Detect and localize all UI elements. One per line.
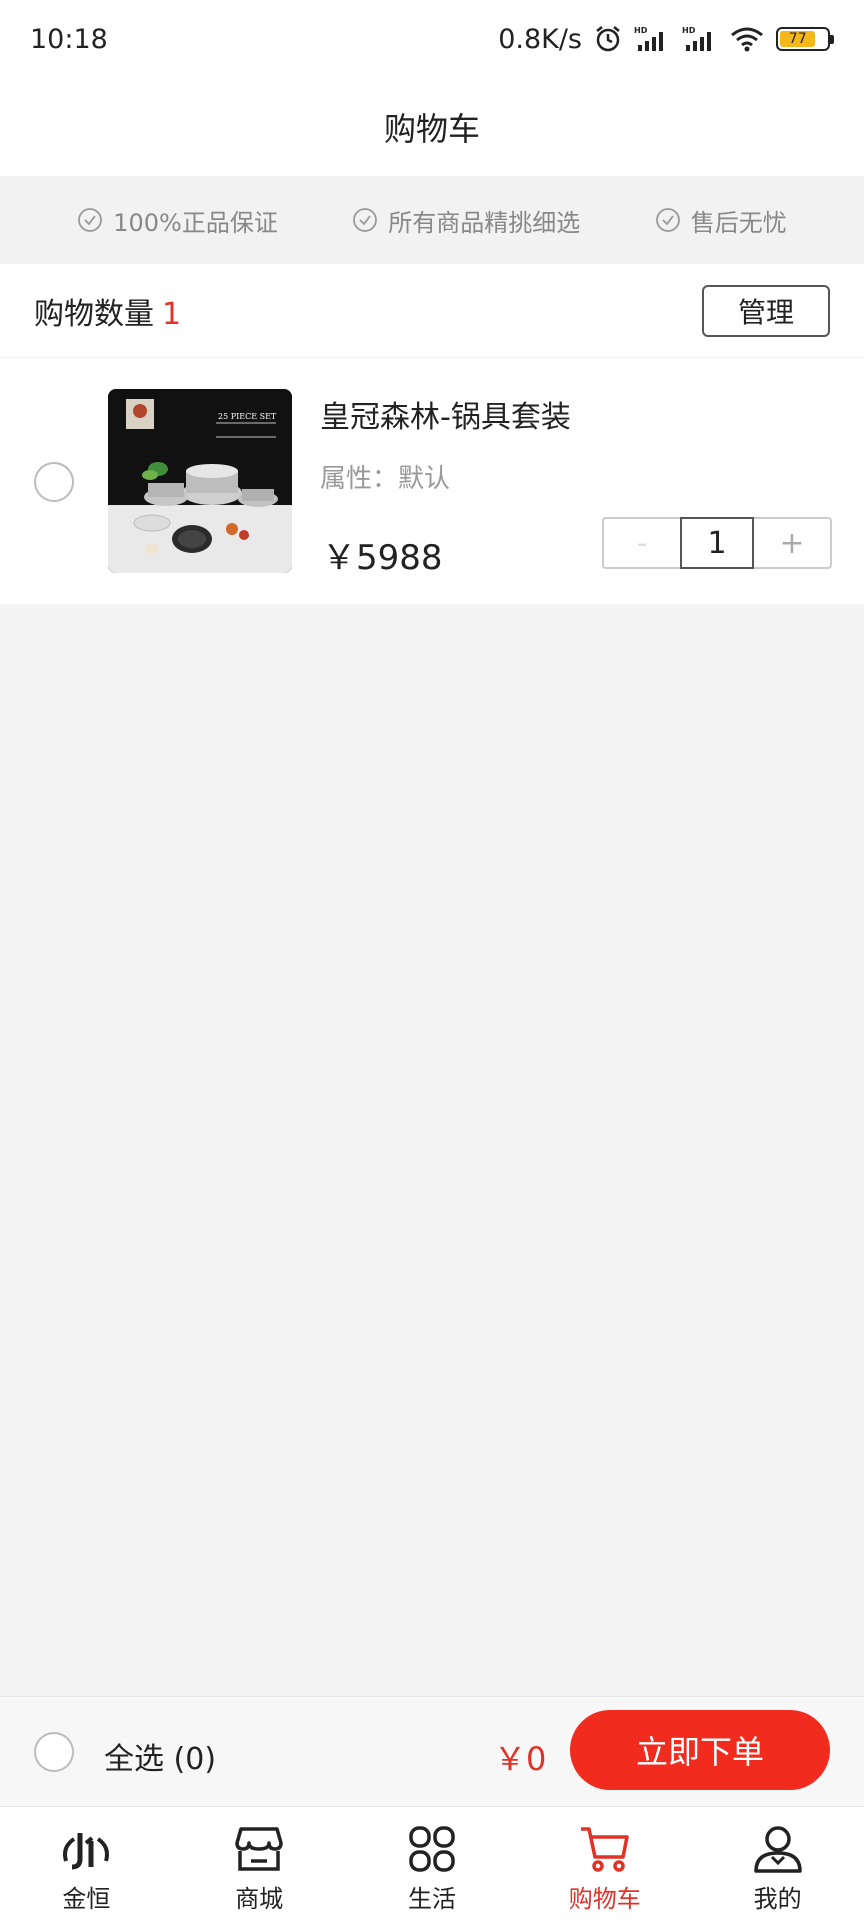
signal-icon-2: HD bbox=[682, 26, 711, 51]
battery-icon: 77 bbox=[776, 27, 834, 51]
alarm-icon bbox=[596, 26, 620, 52]
tab-label: 购物车 bbox=[568, 1885, 641, 1913]
product-attribute: 属性：默认 bbox=[320, 464, 451, 494]
network-speed: 0.8K/s bbox=[498, 23, 582, 55]
guarantee-item: 100%正品保证 bbox=[77, 203, 278, 238]
tab-life[interactable]: 生活 bbox=[346, 1807, 519, 1920]
product-price: ￥5988 bbox=[322, 538, 443, 578]
image-caption: 25 PIECE SET bbox=[218, 412, 277, 421]
select-all-checkbox[interactable] bbox=[34, 1732, 74, 1772]
item-select-checkbox[interactable] bbox=[34, 462, 74, 502]
guarantee-label: 所有商品精挑细选 bbox=[388, 208, 581, 237]
tab-label: 我的 bbox=[753, 1885, 802, 1913]
quantity-value[interactable]: 1 bbox=[680, 517, 754, 569]
page-title: 购物车 bbox=[383, 110, 480, 148]
wifi-icon bbox=[731, 27, 763, 52]
guarantee-item: 售后无忧 bbox=[655, 203, 787, 238]
increase-button[interactable]: + bbox=[754, 519, 830, 567]
cart-icon bbox=[580, 1827, 629, 1872]
count-label: 购物数量 bbox=[34, 296, 154, 332]
cart-count-row: 购物数量 1 管理 bbox=[0, 264, 864, 358]
tab-label: 金恒 bbox=[62, 1885, 111, 1913]
guarantee-label: 售后无忧 bbox=[690, 208, 787, 237]
cookware-product-image: 25 PIECE SET bbox=[108, 389, 292, 573]
check-circle-icon bbox=[655, 208, 680, 232]
product-name[interactable]: 皇冠森林-锅具套装 bbox=[320, 392, 571, 436]
bottom-tab-bar: 金恒 商城 生活 购物车 我的 bbox=[0, 1806, 864, 1920]
svg-text:HD: HD bbox=[682, 26, 696, 35]
status-time: 10:18 bbox=[30, 23, 108, 55]
decrease-button[interactable]: - bbox=[604, 519, 680, 567]
svg-text:HD: HD bbox=[634, 26, 648, 35]
tab-label: 生活 bbox=[407, 1885, 456, 1913]
manage-button[interactable]: 管理 bbox=[702, 284, 830, 337]
signal-icon: HD bbox=[634, 26, 663, 51]
guarantee-item: 所有商品精挑细选 bbox=[352, 203, 580, 238]
tab-store[interactable]: 商城 bbox=[173, 1807, 346, 1920]
status-icons: 0.8K/s HD HD 77 bbox=[498, 23, 834, 55]
tab-label: 商城 bbox=[235, 1885, 284, 1913]
grid-icon bbox=[409, 1826, 455, 1872]
total-price: ￥0 bbox=[494, 1740, 547, 1778]
check-circle-icon bbox=[353, 208, 378, 232]
guarantee-label: 100%正品保证 bbox=[113, 208, 278, 237]
battery-level: 77 bbox=[780, 31, 816, 47]
person-icon bbox=[753, 1826, 802, 1873]
place-order-button[interactable]: 立即下单 bbox=[570, 1710, 830, 1790]
cart-count: 购物数量 1 bbox=[34, 289, 181, 333]
tab-jinheng[interactable]: 金恒 bbox=[0, 1807, 173, 1920]
select-all-label[interactable]: 全选 (0) bbox=[104, 1734, 216, 1778]
quantity-stepper: - 1 + bbox=[602, 517, 832, 569]
check-circle-icon bbox=[78, 208, 103, 232]
guarantee-bar: 100%正品保证 所有商品精挑细选 售后无忧 bbox=[0, 176, 864, 264]
store-icon bbox=[235, 1827, 283, 1871]
tab-cart[interactable]: 购物车 bbox=[518, 1807, 691, 1920]
tab-mine[interactable]: 我的 bbox=[691, 1807, 864, 1920]
count-value: 1 bbox=[162, 296, 182, 332]
product-image[interactable]: 25 PIECE SET bbox=[108, 389, 292, 573]
title-bar: 购物车 bbox=[0, 78, 864, 176]
jinheng-logo-icon bbox=[63, 1833, 110, 1870]
status-bar: 10:18 0.8K/s HD HD 77 bbox=[0, 0, 864, 78]
